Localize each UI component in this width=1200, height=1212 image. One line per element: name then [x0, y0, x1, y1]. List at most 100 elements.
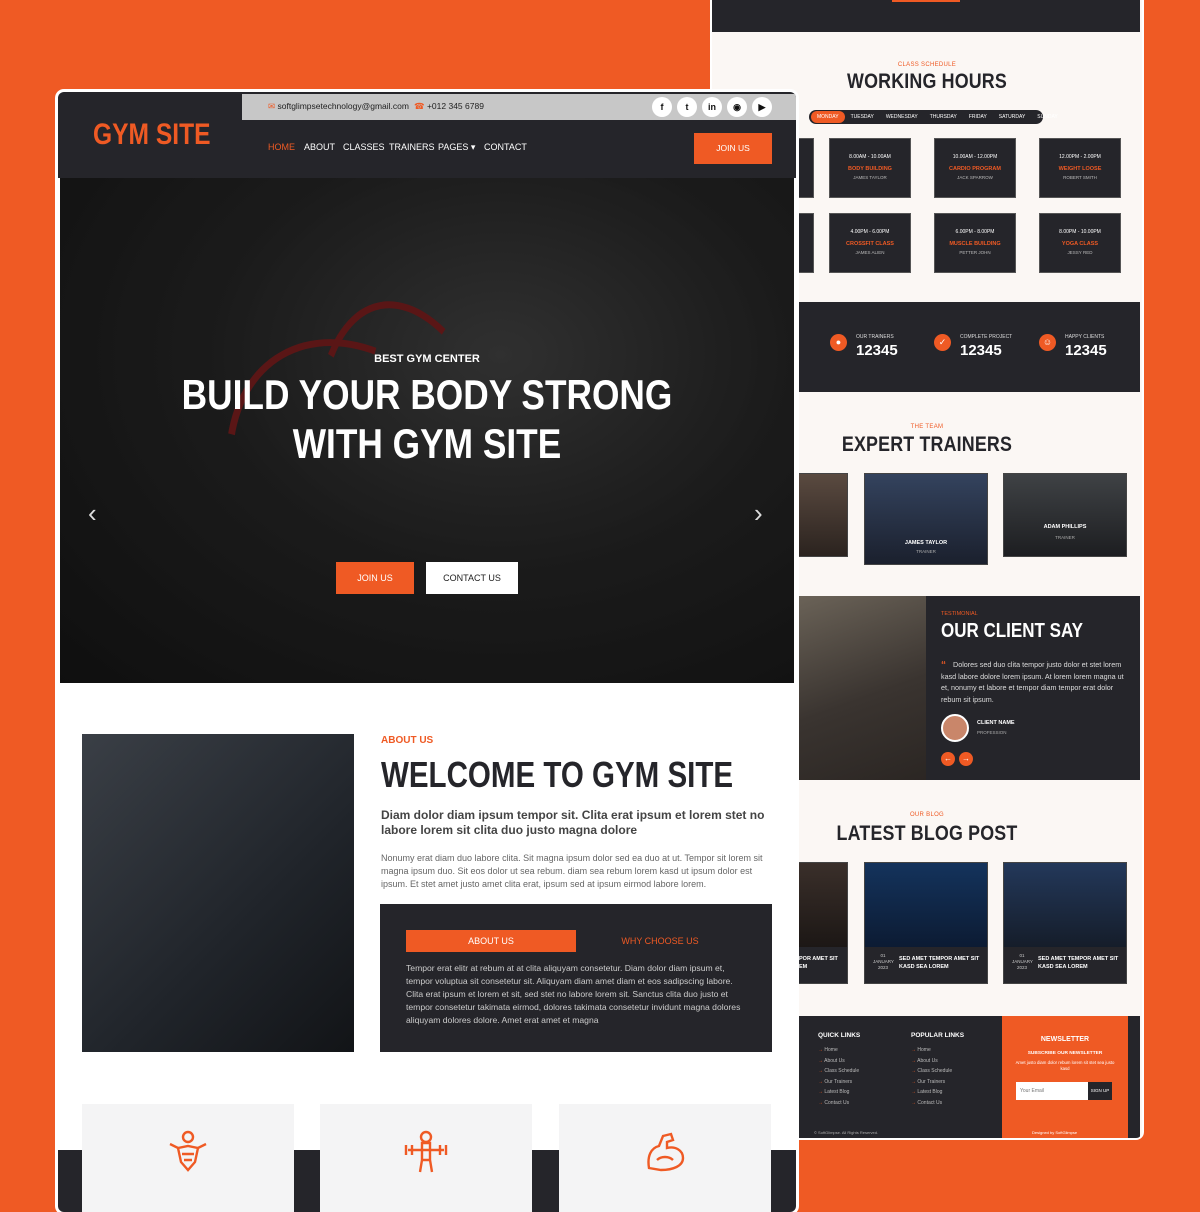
slot-class: BODY BUILDING — [848, 166, 892, 172]
hero-join-button[interactable]: JOIN US — [336, 562, 414, 594]
testimonial-subtitle: TESTIMONIAL — [941, 611, 978, 617]
trainer-role: TRAINER — [1055, 535, 1075, 540]
twitter-icon[interactable]: t — [677, 97, 697, 117]
slot-class: YOGA CLASS — [1061, 241, 1099, 247]
tab-wednesday[interactable]: WEDNESDAY — [880, 111, 924, 123]
blog-image — [1004, 863, 1126, 947]
about-lead: Diam dolor diam ipsum tempor sit. Clita … — [381, 808, 765, 837]
blog-card[interactable]: 01 JANUARY 2023 SED AMET TEMPOR AMET SIT KA… — [1003, 862, 1127, 984]
newsletter-email-input[interactable]: Your Email — [1016, 1082, 1088, 1100]
caret-down-icon: ▾ — [470, 142, 476, 152]
join-us-button[interactable]: JOIN US — [694, 133, 772, 164]
stats-section: ● OUR TRAINERS 12345 ✓ COMPLETE PROJECT 1234… — [796, 302, 1140, 392]
blog-post-title: SED AMET TEMPOR AMET SIT KASD SEA LOREM — [899, 956, 980, 970]
schedule-slot: 10.00AM - 12.00PM CARDIO PROGRAM JACK SPAR… — [934, 138, 1016, 198]
feature-card-body-building[interactable] — [82, 1104, 294, 1212]
slot-time: 12.00PM - 2.00PM — [1059, 154, 1101, 160]
nav-about[interactable]: ABOUT — [304, 142, 335, 152]
slot-class: CARDIO PROGRAM — [949, 166, 1001, 172]
nav-contact[interactable]: CONTACT — [484, 142, 527, 152]
feature-card-muscle-building[interactable] — [559, 1104, 771, 1212]
tab-why-choose-us[interactable]: WHY CHOOSE US — [580, 930, 740, 952]
footer-link[interactable]: → Class Schedule — [818, 1068, 860, 1074]
hero-contact-button[interactable]: CONTACT US — [426, 562, 518, 594]
footer-link[interactable]: → Contact Us — [818, 1100, 860, 1106]
header: GYM SITE ✉ softglimpsetechnology@gmail.c… — [58, 92, 796, 178]
slot-trainer: ROBERT SMITH — [1063, 175, 1097, 180]
tab-tuesday[interactable]: TUESDAY — [845, 111, 880, 123]
top-bar-cropped — [712, 0, 1140, 32]
tab-monday[interactable]: MONDAY — [811, 111, 845, 123]
tab-content: Tempor erat elitr at rebum at at clita a… — [406, 963, 741, 1025]
instagram-icon[interactable]: ◉ — [727, 97, 747, 117]
site-logo[interactable]: GYM SITE — [93, 118, 211, 152]
footer-link[interactable]: → Our Trainers — [818, 1079, 860, 1085]
testimonial-title: OUR CLIENT SAY — [941, 620, 1084, 642]
blog-card[interactable]: 01 JANUARY 2023 SED AMET TEMPOR AMET SIT KA… — [864, 862, 988, 984]
slot-trainer: JAMES TAYLOR — [853, 175, 887, 180]
phone-icon: ☎ — [414, 101, 425, 111]
trainer-role: TRAINER — [916, 549, 936, 554]
schedule-title: WORKING HOURS — [847, 70, 1007, 93]
popular-links-title: POPULAR LINKS — [911, 1032, 965, 1039]
footer-link[interactable]: → Contact Us — [911, 1100, 964, 1106]
slot-class: CROSSFIT CLASS — [846, 241, 894, 247]
newsletter-subtitle: SUBSCRIBE OUR NEWSLETTER — [1027, 1051, 1103, 1056]
feature-card-weight-lifting[interactable] — [320, 1104, 532, 1212]
newsletter-text: Amet justo diam dolor rebum lorem sit st… — [1015, 1060, 1115, 1071]
trainer-card[interactable]: ADAM PHILLIPS TRAINER — [1003, 473, 1127, 557]
tab-friday[interactable]: FRIDAY — [963, 111, 993, 123]
footer-link[interactable]: → About Us — [818, 1058, 860, 1064]
check-icon: ✓ — [934, 334, 951, 351]
youtube-icon[interactable]: ▶ — [752, 97, 772, 117]
prev-arrow-icon[interactable]: ← — [941, 752, 955, 766]
weight-lifting-icon — [404, 1130, 448, 1173]
blog-title-partial: POR AMET SIT EM — [799, 956, 838, 970]
about-subtitle: ABOUT US — [381, 735, 434, 746]
nav-classes[interactable]: CLASSES — [343, 142, 385, 152]
linkedin-icon[interactable]: in — [702, 97, 722, 117]
footer-link[interactable]: → Home — [818, 1047, 860, 1053]
carousel-next-icon[interactable]: › — [754, 498, 763, 529]
slot-time: 10.00AM - 12.00PM — [952, 154, 998, 160]
slot-trainer: PETTER JOHN — [959, 250, 991, 255]
schedule-slot: 8.00PM - 10.00PM YOGA CLASS JESSY RED — [1039, 213, 1121, 273]
carousel-prev-icon[interactable]: ‹ — [88, 498, 97, 529]
blog-date: 01 JANUARY 2023 — [1012, 953, 1033, 970]
tab-saturday[interactable]: SATURDAY — [993, 111, 1031, 123]
footer-link[interactable]: → Home — [911, 1047, 964, 1053]
avatar — [941, 714, 969, 742]
schedule-slot: 12.00PM - 2.00PM WEIGHT LOOSE ROBERT SMITH — [1039, 138, 1121, 198]
footer-link[interactable]: → Latest Blog — [911, 1089, 964, 1095]
footer-link[interactable]: → Latest Blog — [818, 1089, 860, 1095]
about-tabs: ABOUT US WHY CHOOSE US Tempor erat elitr… — [380, 904, 772, 1052]
smile-icon: ☺ — [1039, 334, 1056, 351]
nav-pages[interactable]: PAGES ▾ — [438, 142, 475, 153]
trainer-name: JAMES TAYLOR — [904, 540, 948, 546]
slot-trainer: JESSY RED — [1067, 250, 1093, 255]
footer-link[interactable]: → Our Trainers — [911, 1079, 964, 1085]
nav-home[interactable]: HOME — [268, 142, 295, 152]
trainer-card[interactable]: JAMES TAYLOR TRAINER — [864, 473, 988, 565]
slot-time: 8.00AM - 10.00AM — [849, 154, 891, 160]
stat-label: COMPLETE PROJECT — [960, 334, 1013, 340]
tab-about-us[interactable]: ABOUT US — [406, 930, 576, 952]
quick-links-title: QUICK LINKS — [818, 1032, 861, 1039]
schedule-slot: 6.00PM - 8.00PM MUSCLE BUILDING PETTER JOH… — [934, 213, 1016, 273]
tab-thursday[interactable]: THURSDAY — [924, 111, 963, 123]
facebook-icon[interactable]: f — [652, 97, 672, 117]
client-name: CLIENT NAME — [977, 720, 1015, 726]
footer-link[interactable]: → About Us — [911, 1058, 964, 1064]
testimonial-photo — [796, 596, 926, 780]
next-arrow-icon[interactable]: → — [959, 752, 973, 766]
stat-clients: ☺ HAPPY CLIENTS 12345 — [1039, 334, 1139, 364]
nav-trainers[interactable]: TRAINERS — [389, 142, 435, 152]
cropped-button[interactable] — [892, 0, 960, 2]
about-image — [82, 734, 354, 1052]
slot-time: 8.00PM - 10.00PM — [1059, 229, 1101, 235]
signup-button[interactable]: SIGN UP — [1088, 1082, 1112, 1100]
footer-link[interactable]: → Class Schedule — [911, 1068, 964, 1074]
email-info: ✉ softglimpsetechnology@gmail.com — [268, 101, 409, 111]
tab-sunday[interactable]: SUNDAY — [1031, 111, 1063, 123]
slot-time: 6.00PM - 8.00PM — [955, 229, 995, 235]
